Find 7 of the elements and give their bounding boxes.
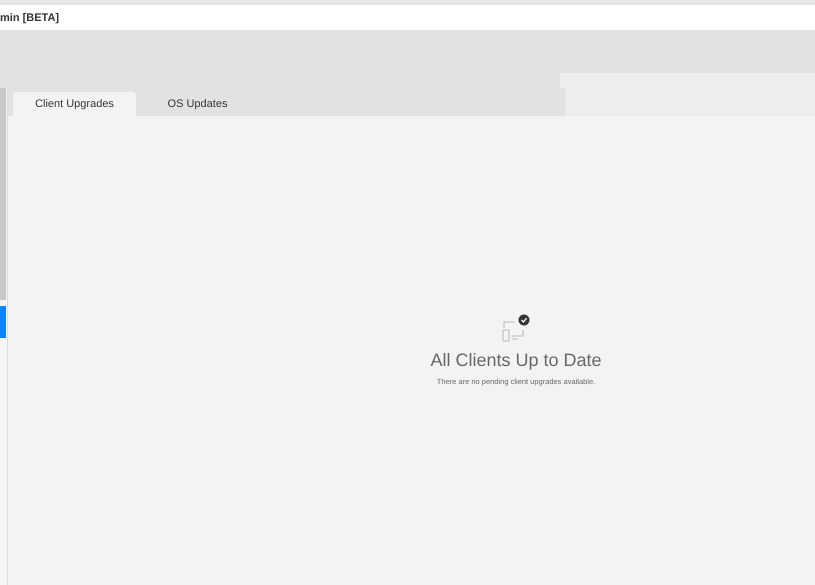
selected-indicator — [0, 306, 6, 338]
tab[interactable]: OS Updates — [136, 92, 259, 116]
tab[interactable]: Client Upgrades — [13, 92, 136, 116]
window-title: min [BETA] — [0, 12, 60, 24]
empty-state-title: All Clients Up to Date — [430, 350, 602, 371]
devices-check-icon — [500, 314, 531, 344]
scrollbar-thumb[interactable] — [0, 88, 6, 300]
